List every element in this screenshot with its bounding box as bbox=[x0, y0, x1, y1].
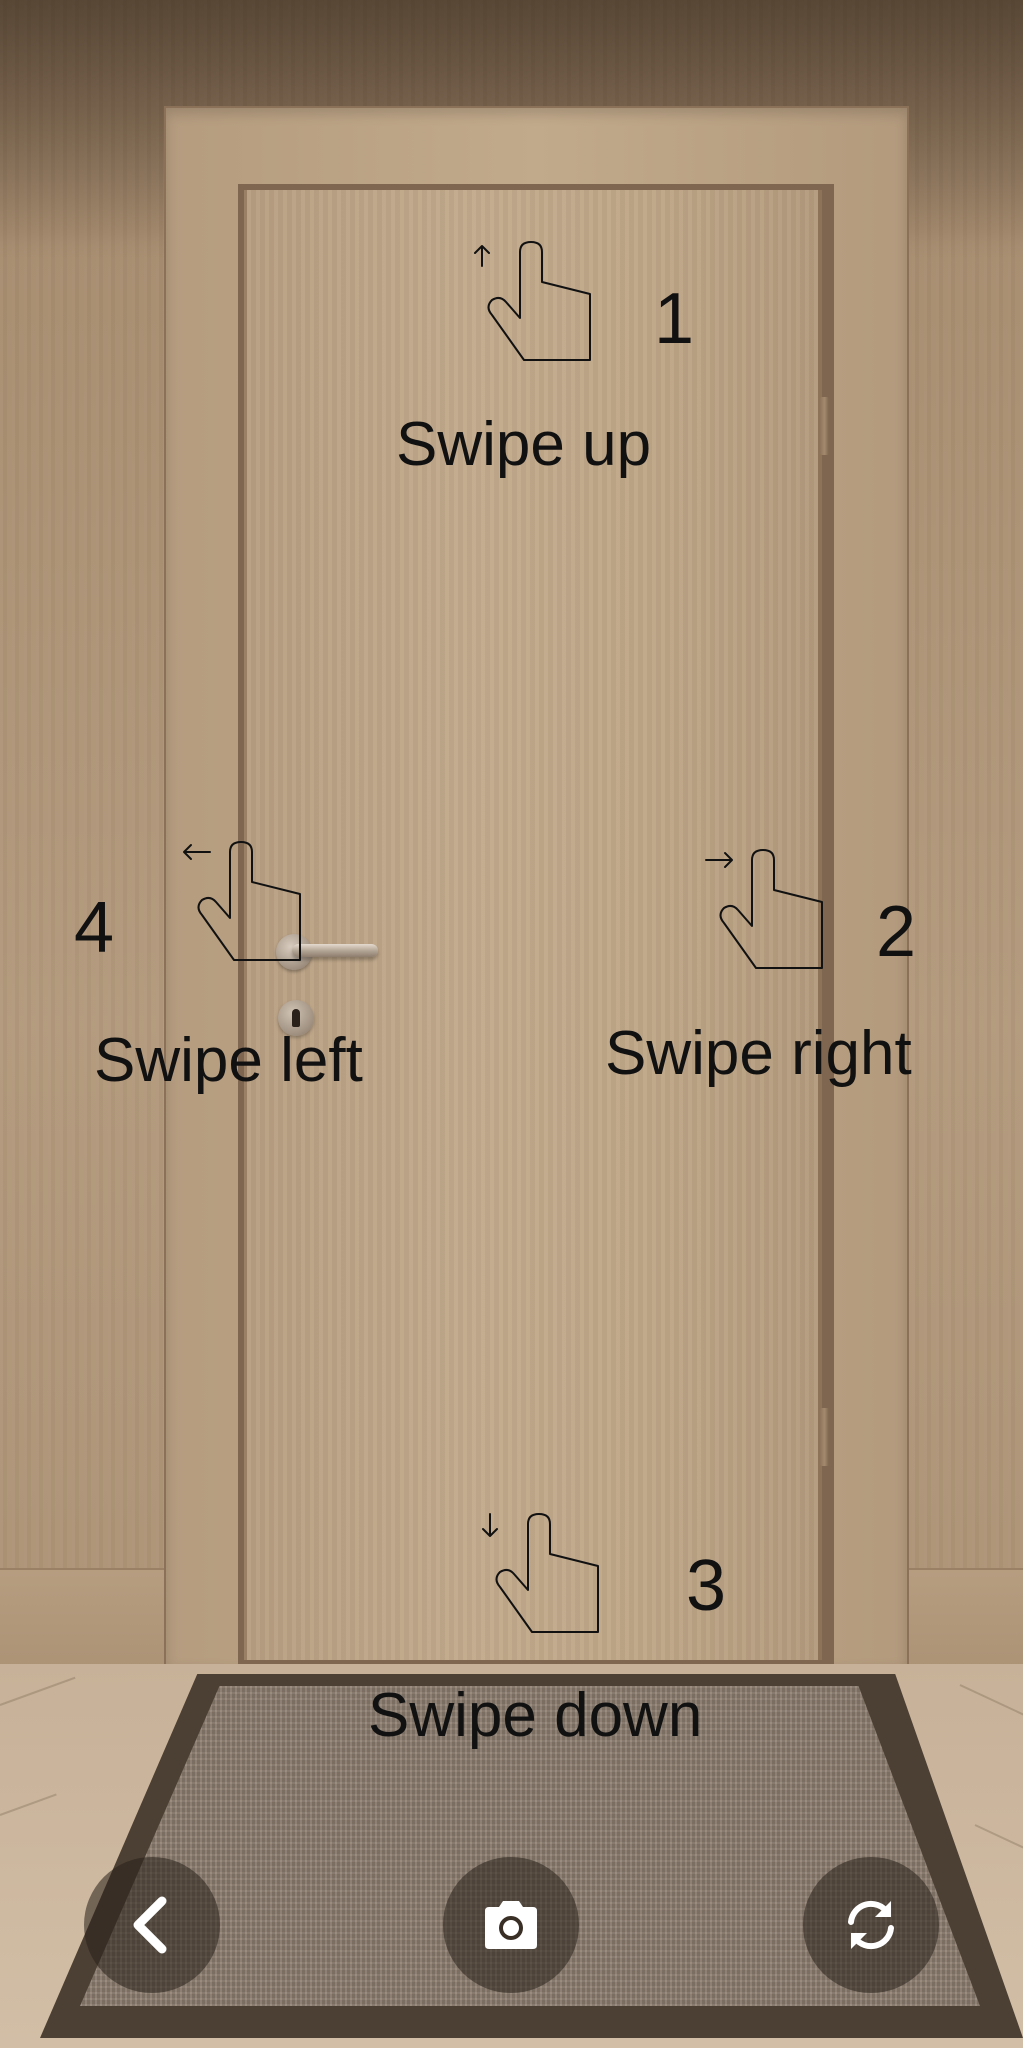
chevron-left-icon bbox=[133, 1896, 167, 1954]
hint-label-down: Swipe down bbox=[368, 1681, 703, 1750]
hint-label-up: Swipe up bbox=[396, 410, 652, 479]
door-hinge-top bbox=[820, 397, 829, 455]
hint-number-up: 1 bbox=[654, 279, 695, 359]
camera-button[interactable] bbox=[443, 1857, 579, 1993]
hand-swipe-right-icon bbox=[702, 846, 830, 974]
hint-number-left: 4 bbox=[74, 888, 115, 968]
hint-number-down: 3 bbox=[686, 1546, 727, 1626]
hand-swipe-down-icon bbox=[478, 1510, 606, 1638]
wall-panel-right bbox=[909, 1568, 1023, 1668]
hint-label-left: Swipe left bbox=[94, 1026, 363, 1095]
hand-swipe-up-icon bbox=[470, 238, 598, 366]
door-scene[interactable]: 1 Swipe up 2 Swipe right 3 Swipe down 4 … bbox=[0, 0, 1023, 2048]
rotate-icon bbox=[848, 1900, 894, 1950]
door-hinge-bottom bbox=[820, 1408, 829, 1466]
back-button[interactable] bbox=[84, 1857, 220, 1993]
rotate-button[interactable] bbox=[803, 1857, 939, 1993]
wall-panel-left bbox=[0, 1568, 166, 1668]
hint-label-right: Swipe right bbox=[605, 1019, 912, 1088]
hand-swipe-left-icon bbox=[180, 838, 308, 966]
camera-icon bbox=[485, 1901, 537, 1949]
hint-number-right: 2 bbox=[876, 892, 917, 972]
